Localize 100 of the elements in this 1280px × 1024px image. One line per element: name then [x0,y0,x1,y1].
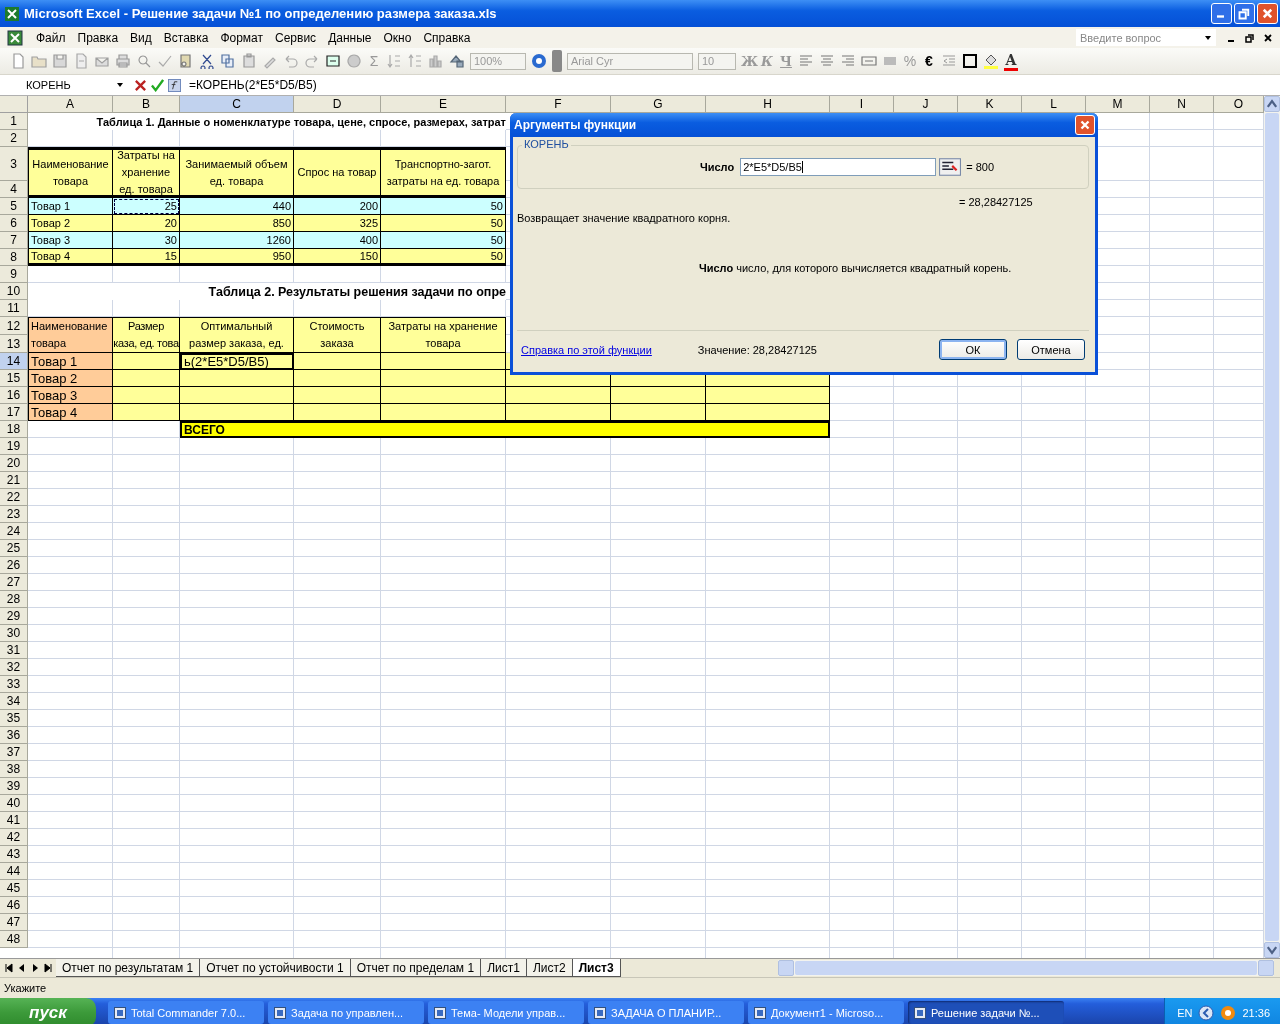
row-header[interactable]: 34 [0,693,28,710]
table-cell: 30 [113,232,180,249]
formula-field[interactable]: =КОРЕНЬ(2*E5*D5/B5) [185,78,317,92]
row-header[interactable]: 43 [0,846,28,863]
row-header[interactable]: 45 [0,880,28,897]
column-header[interactable]: A [28,96,113,113]
row-header[interactable]: 17 [0,404,28,421]
column-header[interactable]: F [506,96,611,113]
row-header[interactable]: 18 [0,421,28,438]
taskbar-button[interactable]: Документ1 - Microso... [748,1001,904,1024]
menu-item[interactable]: Вставка [157,30,215,45]
row-header[interactable]: 44 [0,863,28,880]
column-header[interactable]: L [1022,96,1086,113]
function-description: Возвращает значение квадратного корня. [517,212,732,224]
row-header[interactable]: 11 [0,300,28,317]
column-header[interactable]: N [1150,96,1214,113]
row-header[interactable]: 4 [0,181,28,198]
column-header[interactable]: K [958,96,1022,113]
font-color-button[interactable]: A [1004,51,1018,71]
question-field[interactable]: Введите вопрос [1076,29,1216,46]
table-cell: Товар 3 [28,387,113,404]
column-header[interactable]: B [113,96,180,113]
row-header[interactable]: 36 [0,727,28,744]
menu-item[interactable]: Окно [377,30,418,45]
row-header[interactable]: 14 [0,353,28,370]
column-header[interactable]: E [381,96,506,113]
menu-item[interactable]: Данные [322,30,378,45]
menu-item[interactable]: Вид [124,30,158,45]
row-header[interactable]: 15 [0,370,28,387]
cancel-button[interactable]: Отмена [1017,339,1085,360]
taskbar-button[interactable]: ЗАДАЧА О ПЛАНИР... [588,1001,744,1024]
menu-item[interactable]: Формат [214,30,270,45]
sheet-tab[interactable]: Лист2 [526,959,573,977]
column-header[interactable]: M [1086,96,1150,113]
row-header[interactable]: 39 [0,778,28,795]
help-link[interactable]: Справка по этой функции [521,343,652,356]
row-header[interactable]: 47 [0,914,28,931]
sheet-tab[interactable]: Лист1 [481,959,527,977]
menu-item[interactable]: Сервис [269,30,323,45]
row-header[interactable]: 5 [0,198,28,215]
start-button[interactable]: пуск [0,998,96,1024]
sheet-tab[interactable]: Отчет по результатам 1 [56,959,201,977]
row-header[interactable]: 1 [0,113,28,130]
row-header[interactable]: 46 [0,897,28,914]
row-header[interactable]: 35 [0,710,28,727]
row-header[interactable]: 16 [0,387,28,404]
row-header[interactable]: 20 [0,455,28,472]
row-header[interactable]: 24 [0,523,28,540]
ok-button[interactable]: ОК [939,339,1007,360]
taskbar-button[interactable]: Total Commander 7.0... [108,1001,264,1024]
sheet-tab[interactable]: Отчет по устойчивости 1 [200,959,351,977]
row-header[interactable]: 21 [0,472,28,489]
row-header[interactable]: 32 [0,659,28,676]
row-header[interactable]: 19 [0,438,28,455]
row-header[interactable]: 40 [0,795,28,812]
column-header[interactable]: C [180,96,294,113]
argument-field[interactable]: 2*E5*D5/B5 [740,158,937,176]
row-header[interactable]: 25 [0,540,28,557]
total-label: ВСЕГО [183,422,225,437]
row-header[interactable]: 8 [0,249,28,266]
taskbar-button[interactable]: Задача по управлен... [268,1001,424,1024]
row-header[interactable]: 3 [0,147,28,181]
column-header[interactable]: D [294,96,381,113]
row-header[interactable]: 30 [0,625,28,642]
sheet-tab[interactable]: Отчет по пределам 1 [350,959,482,977]
row-header[interactable]: 37 [0,744,28,761]
column-header[interactable]: O [1214,96,1264,113]
row-header[interactable]: 38 [0,761,28,778]
header-cell: Наименование товара [28,317,113,353]
menu-item[interactable]: Справка [417,30,477,45]
row-header[interactable]: 26 [0,557,28,574]
menu-item[interactable]: Файл [30,30,72,45]
row-header[interactable]: 41 [0,812,28,829]
row-header[interactable]: 33 [0,676,28,693]
column-header[interactable]: G [611,96,706,113]
row-header[interactable]: 2 [0,130,28,147]
row-header[interactable]: 13 [0,335,28,353]
row-header[interactable]: 28 [0,591,28,608]
row-header[interactable]: 42 [0,829,28,846]
row-header[interactable]: 7 [0,232,28,249]
row-header[interactable]: 29 [0,608,28,625]
editing-cell[interactable]: ь(2*E5*D5/B5) [180,353,294,370]
column-header[interactable]: H [706,96,830,113]
row-header[interactable]: 48 [0,931,28,948]
row-header[interactable]: 27 [0,574,28,591]
column-header[interactable]: I [830,96,894,113]
row-header[interactable]: 10 [0,283,28,300]
taskbar-button[interactable]: Решение задачи №... [908,1001,1064,1024]
number-format-button[interactable]: € [922,53,936,69]
name-box[interactable]: КОРЕНЬ [0,77,126,93]
menu-item[interactable]: Правка [71,30,125,45]
row-header[interactable]: 22 [0,489,28,506]
column-header[interactable]: J [894,96,958,113]
taskbar-button[interactable]: Тема- Модели управ... [428,1001,584,1024]
row-header[interactable]: 6 [0,215,28,232]
row-header[interactable]: 12 [0,317,28,335]
row-header[interactable]: 9 [0,266,28,283]
sheet-tab[interactable]: Лист3 [572,959,621,977]
row-header[interactable]: 31 [0,642,28,659]
row-header[interactable]: 23 [0,506,28,523]
